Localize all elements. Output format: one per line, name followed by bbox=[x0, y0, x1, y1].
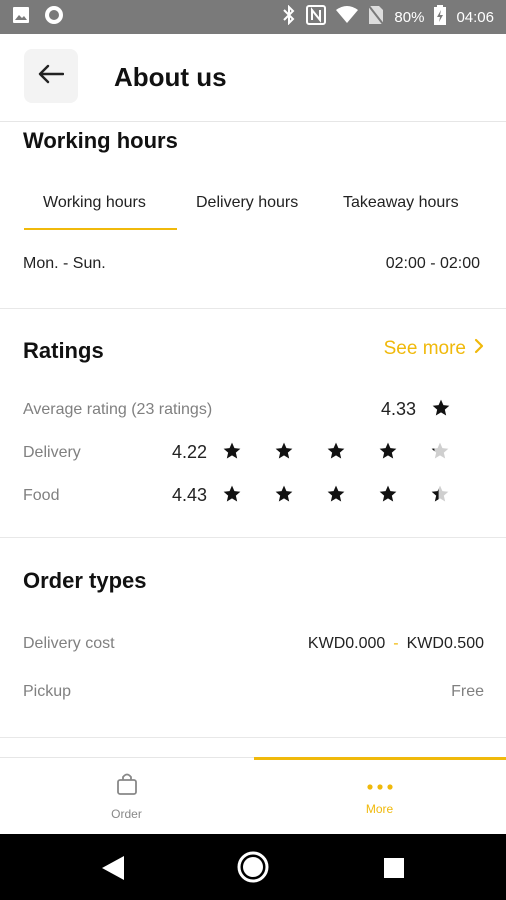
delivery-rating-label: Delivery bbox=[23, 444, 81, 461]
star-icon bbox=[379, 485, 397, 502]
star-icon bbox=[379, 442, 397, 459]
star-icon bbox=[223, 442, 241, 459]
working-hours-value: 02:00 - 02:00 bbox=[385, 255, 480, 272]
back-button[interactable] bbox=[24, 49, 78, 103]
battery-percent: 80% bbox=[394, 8, 425, 26]
star-icon bbox=[327, 485, 345, 502]
status-bar: 80% 04:06 bbox=[0, 0, 506, 34]
active-tab-indicator bbox=[24, 228, 177, 230]
food-rating-label: Food bbox=[23, 487, 60, 504]
working-hours-title: Working hours bbox=[23, 128, 178, 153]
star-icon bbox=[431, 442, 449, 459]
divider bbox=[0, 308, 506, 309]
about-content[interactable]: Working hours Working hours Delivery hou… bbox=[0, 122, 506, 757]
nav-item-more[interactable]: More bbox=[253, 758, 506, 835]
delivery-rating-value: 4.22 bbox=[172, 442, 208, 462]
clock: 04:06 bbox=[456, 8, 494, 26]
shopping-bag-icon bbox=[116, 772, 138, 801]
divider bbox=[0, 737, 506, 738]
image-icon bbox=[12, 6, 30, 29]
ratings-title: Ratings bbox=[23, 338, 104, 363]
page-title: About us bbox=[114, 62, 227, 92]
nav-label-more: More bbox=[365, 801, 394, 816]
nav-label-order: Order bbox=[111, 807, 142, 821]
divider bbox=[0, 537, 506, 538]
order-types-title: Order types bbox=[23, 568, 147, 593]
pickup-value: Free bbox=[451, 683, 484, 700]
bluetooth-icon bbox=[282, 4, 296, 29]
bottom-nav: Order More bbox=[0, 757, 506, 834]
home-circle-icon[interactable] bbox=[237, 851, 269, 888]
nfc-icon bbox=[306, 5, 327, 29]
tab-takeaway-hours[interactable]: Takeaway hours bbox=[343, 194, 459, 212]
food-rating-value: 4.43 bbox=[172, 485, 208, 505]
delivery-cost-min: KWD0.000 bbox=[307, 635, 386, 652]
delivery-cost-max: KWD0.500 bbox=[406, 635, 484, 652]
system-nav-bar bbox=[0, 834, 506, 900]
arrow-left-icon bbox=[38, 64, 65, 89]
star-icon bbox=[432, 399, 450, 416]
average-rating-value: 4.33 bbox=[381, 399, 417, 419]
delivery-cost-separator: - bbox=[393, 635, 399, 652]
pickup-label: Pickup bbox=[23, 683, 72, 700]
record-icon bbox=[44, 5, 64, 30]
chevron-right-icon bbox=[474, 338, 484, 360]
back-triangle-icon[interactable] bbox=[100, 854, 126, 887]
tab-delivery-hours[interactable]: Delivery hours bbox=[196, 194, 298, 212]
recents-square-icon[interactable] bbox=[383, 857, 405, 884]
delivery-cost-label: Delivery cost bbox=[23, 635, 115, 652]
star-icon bbox=[327, 442, 345, 459]
battery-icon bbox=[434, 5, 447, 29]
app-header: About us bbox=[0, 34, 506, 122]
star-icon bbox=[223, 485, 241, 502]
star-icon bbox=[275, 442, 293, 459]
tab-working-hours[interactable]: Working hours bbox=[43, 194, 146, 212]
wifi-icon bbox=[336, 6, 359, 28]
working-days: Mon. - Sun. bbox=[23, 255, 106, 272]
star-icon bbox=[275, 485, 293, 502]
delivery-cost-range: KWD0.000 - KWD0.500 bbox=[308, 635, 484, 653]
star-icon bbox=[431, 485, 449, 502]
see-more-link[interactable]: See more bbox=[384, 338, 484, 360]
see-more-label: See more bbox=[383, 338, 466, 359]
nav-item-order[interactable]: Order bbox=[0, 758, 253, 835]
more-dots-icon bbox=[366, 778, 394, 796]
no-sim-icon bbox=[368, 5, 385, 29]
average-rating-label: Average rating (23 ratings) bbox=[23, 401, 213, 418]
